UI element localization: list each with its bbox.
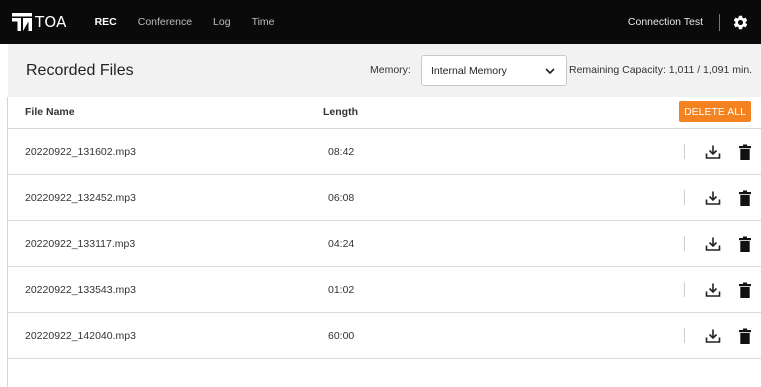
trash-icon[interactable]: [739, 236, 751, 252]
trash-icon[interactable]: [739, 144, 751, 160]
nav-tab-conference[interactable]: Conference: [138, 16, 192, 28]
download-icon[interactable]: [705, 282, 721, 298]
file-name-cell: 20220922_133543.mp3: [25, 284, 136, 296]
memory-label: Memory:: [370, 64, 411, 76]
file-name-cell: 20220922_133117.mp3: [25, 238, 136, 250]
length-cell: 60:00: [328, 330, 355, 342]
nav-tab-log[interactable]: Log: [213, 16, 231, 28]
row-action-divider: [684, 236, 685, 251]
memory-select[interactable]: Internal Memory: [421, 55, 567, 86]
download-icon[interactable]: [705, 328, 721, 344]
top-navigation-bar: TOA REC Conference Log Time Connection T…: [0, 0, 761, 44]
main-nav: REC Conference Log Time: [95, 0, 296, 44]
table-row: 20220922_132452.mp3 06:08: [8, 175, 761, 221]
row-action-divider: [684, 144, 685, 159]
delete-all-button[interactable]: DELETE ALL: [679, 101, 751, 122]
chevron-down-icon: [545, 68, 555, 75]
file-name-cell: 20220922_131602.mp3: [25, 146, 136, 158]
row-action-divider: [684, 328, 685, 343]
length-cell: 06:08: [328, 192, 355, 204]
page-title: Recorded Files: [26, 61, 134, 79]
table-row: 20220922_131602.mp3 08:42: [8, 129, 761, 175]
toa-logo-icon: [12, 13, 32, 31]
connection-test-link[interactable]: Connection Test: [628, 16, 703, 28]
nav-tab-rec[interactable]: REC: [95, 16, 117, 28]
topbar-divider: [719, 13, 720, 31]
length-cell: 01:02: [328, 284, 355, 296]
logo-text: TOA: [35, 13, 67, 31]
column-header-file-name: File Name: [25, 106, 75, 118]
trash-icon[interactable]: [739, 328, 751, 344]
row-action-divider: [684, 190, 685, 205]
file-name-cell: 20220922_132452.mp3: [25, 192, 136, 204]
toa-logo[interactable]: TOA: [12, 0, 67, 44]
topbar-actions: Connection Test: [628, 0, 749, 44]
trash-icon[interactable]: [739, 282, 751, 298]
length-cell: 04:24: [328, 238, 355, 250]
download-icon[interactable]: [705, 190, 721, 206]
row-action-divider: [684, 282, 685, 297]
remaining-capacity: Remaining Capacity: 1,011 / 1,091 min.: [569, 64, 753, 76]
download-icon[interactable]: [705, 144, 721, 160]
length-cell: 08:42: [328, 146, 355, 158]
file-name-cell: 20220922_142040.mp3: [25, 330, 136, 342]
column-header-length: Length: [323, 106, 358, 118]
gear-icon[interactable]: [732, 14, 749, 31]
table-row: 20220922_133543.mp3 01:02: [8, 267, 761, 313]
table-row: 20220922_133117.mp3 04:24: [8, 221, 761, 267]
recorded-files-header: Recorded Files Memory: Internal Memory R…: [8, 44, 761, 97]
files-table-header: File Name Length DELETE ALL: [8, 97, 761, 129]
table-row: 20220922_142040.mp3 60:00: [8, 313, 761, 359]
nav-tab-time[interactable]: Time: [252, 16, 275, 28]
download-icon[interactable]: [705, 236, 721, 252]
trash-icon[interactable]: [739, 190, 751, 206]
memory-select-value: Internal Memory: [431, 64, 507, 77]
